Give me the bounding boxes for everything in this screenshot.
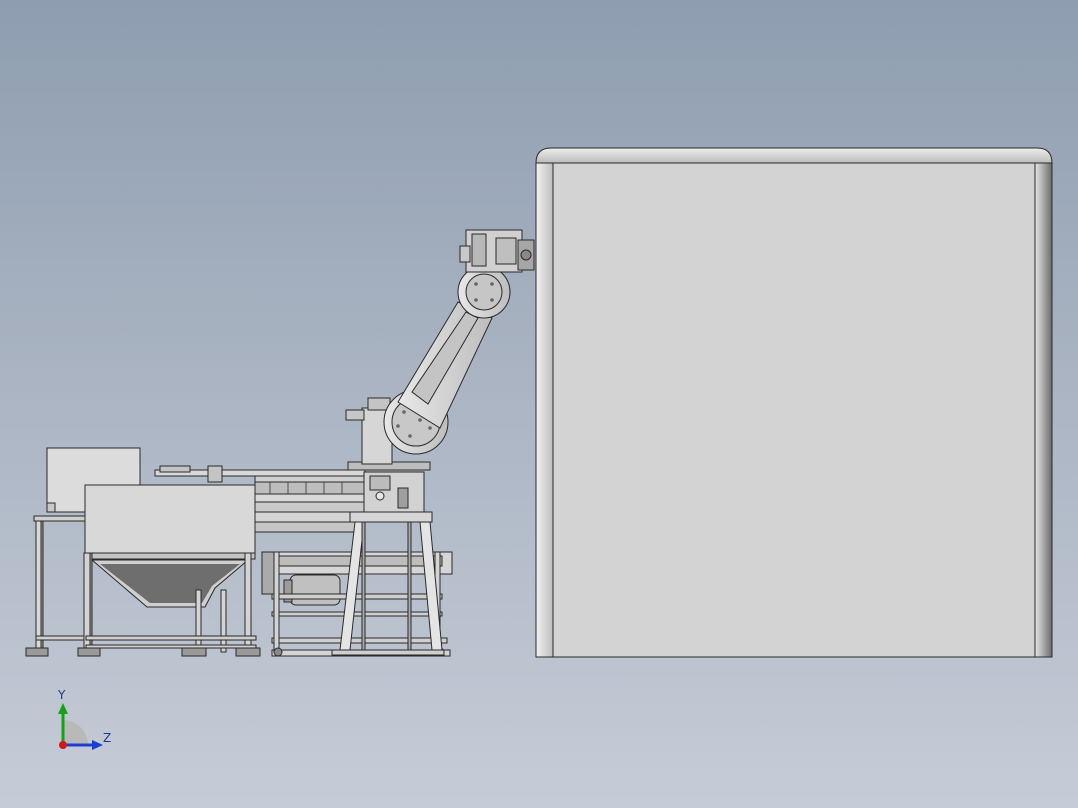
enclosure[interactable] — [535, 147, 1053, 658]
model-view[interactable] — [0, 0, 1078, 808]
z-axis-arrowhead — [92, 740, 103, 750]
hopper-station[interactable] — [25, 447, 261, 657]
cad-viewport[interactable]: Y Z — [0, 0, 1078, 808]
x-axis-origin — [59, 741, 67, 749]
coordinate-triad — [58, 703, 103, 750]
z-axis-label: Z — [103, 731, 112, 745]
y-axis-arrowhead — [58, 703, 68, 714]
robot-arm[interactable] — [345, 229, 535, 465]
y-axis-label: Y — [58, 688, 66, 702]
